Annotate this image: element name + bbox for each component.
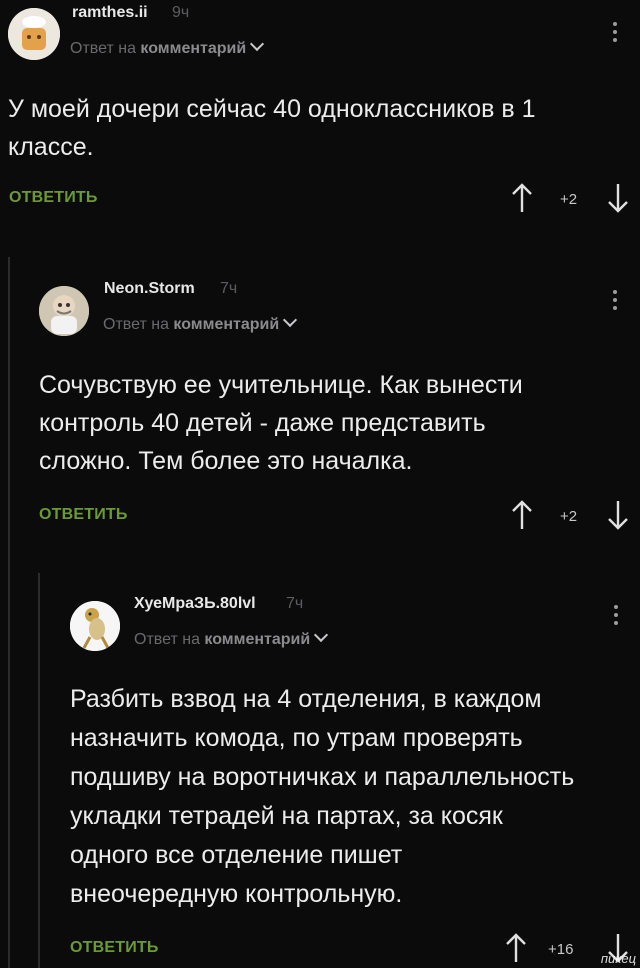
comment-text: Сочувствую ее учительнице. Как вынести к… (39, 371, 523, 475)
avatar-image (39, 286, 89, 336)
reply-to-link[interactable]: Ответ на комментарий (134, 627, 329, 649)
arrow-up-icon[interactable] (510, 183, 534, 213)
avatar-image (70, 601, 120, 651)
comment-text: У моей дочери сейчас 40 одноклассников в… (8, 95, 536, 161)
timestamp: 7ч (286, 595, 304, 612)
vote-controls: +2 (510, 183, 634, 213)
score: +2 (560, 191, 578, 208)
chevron-down-icon (283, 312, 298, 328)
arrow-up-icon[interactable] (510, 500, 534, 530)
avatar[interactable] (39, 286, 89, 336)
kebab-menu-icon[interactable] (612, 290, 618, 314)
reply-prefix: Ответ на (103, 316, 169, 333)
timestamp: 9ч (172, 4, 190, 21)
avatar[interactable] (70, 601, 120, 651)
username[interactable]: Neon.Storm (104, 280, 195, 298)
reply-target: комментарий (173, 316, 280, 333)
timestamp: 7ч (220, 280, 238, 297)
kebab-menu-icon[interactable] (613, 605, 619, 629)
reply-prefix: Ответ на (70, 40, 136, 57)
vote-controls: +2 (510, 500, 634, 530)
reply-target: комментарий (140, 40, 247, 57)
arrow-up-icon[interactable] (504, 933, 528, 963)
username[interactable]: ХуеМраЗЬ.80lvl (134, 595, 256, 613)
reply-to-link[interactable]: Ответ на комментарий (103, 312, 298, 334)
score: +16 (548, 941, 574, 958)
watermark: пикец (600, 951, 636, 966)
avatar[interactable] (8, 8, 60, 60)
reply-target: комментарий (204, 631, 311, 648)
reply-prefix: Ответ на (134, 631, 200, 648)
comment-1: ramthes.ii 9ч Ответ на комментарий У мое… (0, 0, 640, 240)
comment-3: ХуеМраЗЬ.80lvl 7ч Ответ на комментарий Р… (0, 585, 640, 968)
score: +2 (560, 508, 578, 525)
arrow-down-icon[interactable] (606, 500, 630, 530)
comment-text: Разбить взвод на 4 отделения, в каждом н… (70, 685, 575, 908)
chevron-down-icon (250, 36, 265, 52)
kebab-menu-icon[interactable] (612, 22, 618, 46)
reply-button[interactable]: ОТВЕТИТЬ (70, 939, 159, 957)
reply-button[interactable]: ОТВЕТИТЬ (39, 506, 128, 524)
reply-to-link[interactable]: Ответ на комментарий (70, 36, 265, 58)
comment-2: Neon.Storm 7ч Ответ на комментарий Сочув… (0, 270, 640, 560)
avatar-image (8, 8, 60, 60)
chevron-down-icon (314, 627, 329, 643)
username[interactable]: ramthes.ii (72, 4, 148, 22)
reply-button[interactable]: ОТВЕТИТЬ (9, 189, 98, 207)
arrow-down-icon[interactable] (606, 183, 630, 213)
